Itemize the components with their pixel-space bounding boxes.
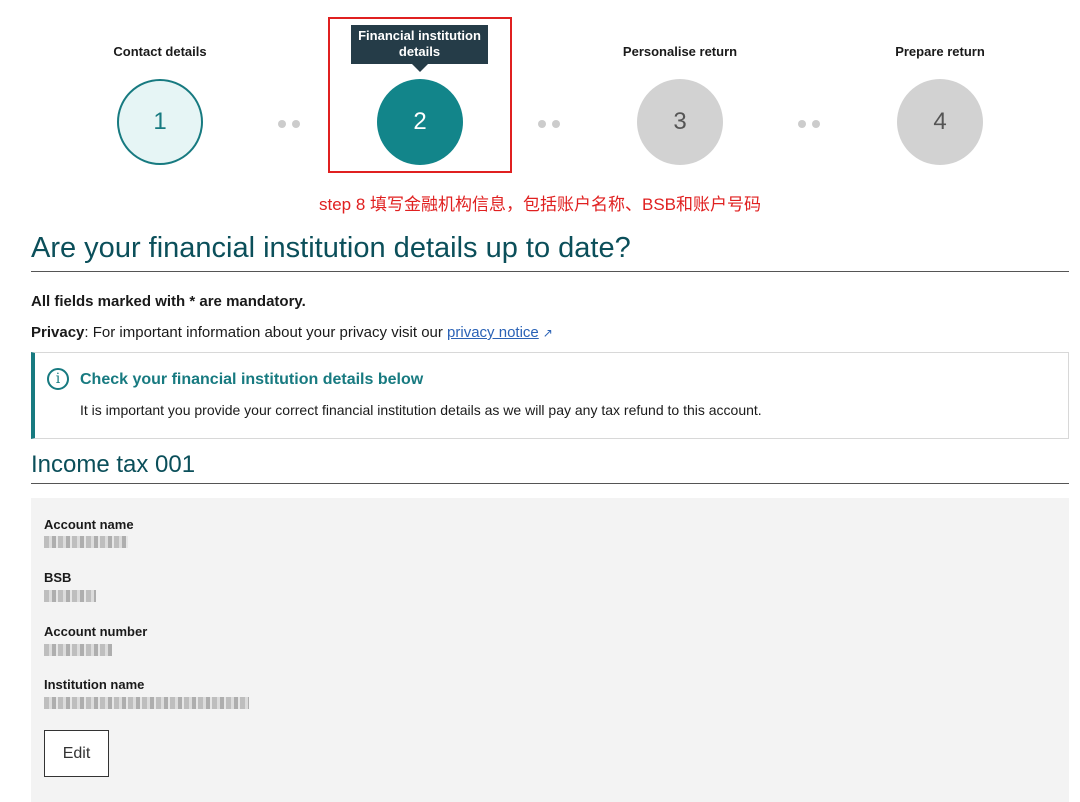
external-link-icon: ↗ xyxy=(542,326,553,340)
step-1-label: Contact details xyxy=(113,44,207,59)
privacy-notice-link[interactable]: privacy notice xyxy=(447,324,539,341)
page-title: Are your financial institution details u… xyxy=(31,232,631,264)
privacy-line: Privacy: For important information about… xyxy=(31,324,553,341)
institution-name-value-redacted xyxy=(44,697,249,709)
step-1-circle[interactable]: 1 xyxy=(117,79,203,165)
connector-dot xyxy=(292,120,300,128)
connector-dot xyxy=(278,120,286,128)
privacy-text: : For important information about your p… xyxy=(84,324,448,341)
connector-dot xyxy=(798,120,806,128)
step-connector-dots xyxy=(798,120,820,128)
step-connector-dots xyxy=(538,120,560,128)
info-icon: i xyxy=(47,368,69,390)
annotation-text: step 8 填写金融机构信息，包括账户名称、BSB和账户号码 xyxy=(318,195,762,214)
section-title: Income tax 001 xyxy=(31,451,196,478)
step-3-label: Personalise return xyxy=(622,44,738,59)
alert-text: It is important you provide your correct… xyxy=(80,402,762,418)
alert-title: Check your financial institution details… xyxy=(80,371,424,388)
account-number-label: Account number xyxy=(44,624,148,639)
account-name-label: Account name xyxy=(44,517,134,532)
bsb-label: BSB xyxy=(44,570,72,585)
step-connector-dots xyxy=(278,120,300,128)
financial-details-panel: Account name BSB Account number Institut… xyxy=(31,498,1069,802)
title-divider xyxy=(31,271,1069,272)
step-4-circle: 4 xyxy=(897,79,983,165)
info-alert: i Check your financial institution detai… xyxy=(31,352,1069,439)
section-divider xyxy=(31,483,1069,484)
connector-dot xyxy=(812,120,820,128)
connector-dot xyxy=(538,120,546,128)
connector-dot xyxy=(552,120,560,128)
institution-name-label: Institution name xyxy=(44,677,145,692)
annotation-highlight-box xyxy=(328,17,512,173)
step-4-label: Prepare return xyxy=(895,44,985,59)
account-number-value-redacted xyxy=(44,644,112,656)
privacy-label: Privacy xyxy=(31,324,85,341)
bsb-value-redacted xyxy=(44,590,96,602)
mandatory-note: All fields marked with * are mandatory. xyxy=(31,293,306,310)
step-3-circle: 3 xyxy=(637,79,723,165)
edit-button[interactable]: Edit xyxy=(44,730,109,777)
account-name-value-redacted xyxy=(44,536,128,548)
